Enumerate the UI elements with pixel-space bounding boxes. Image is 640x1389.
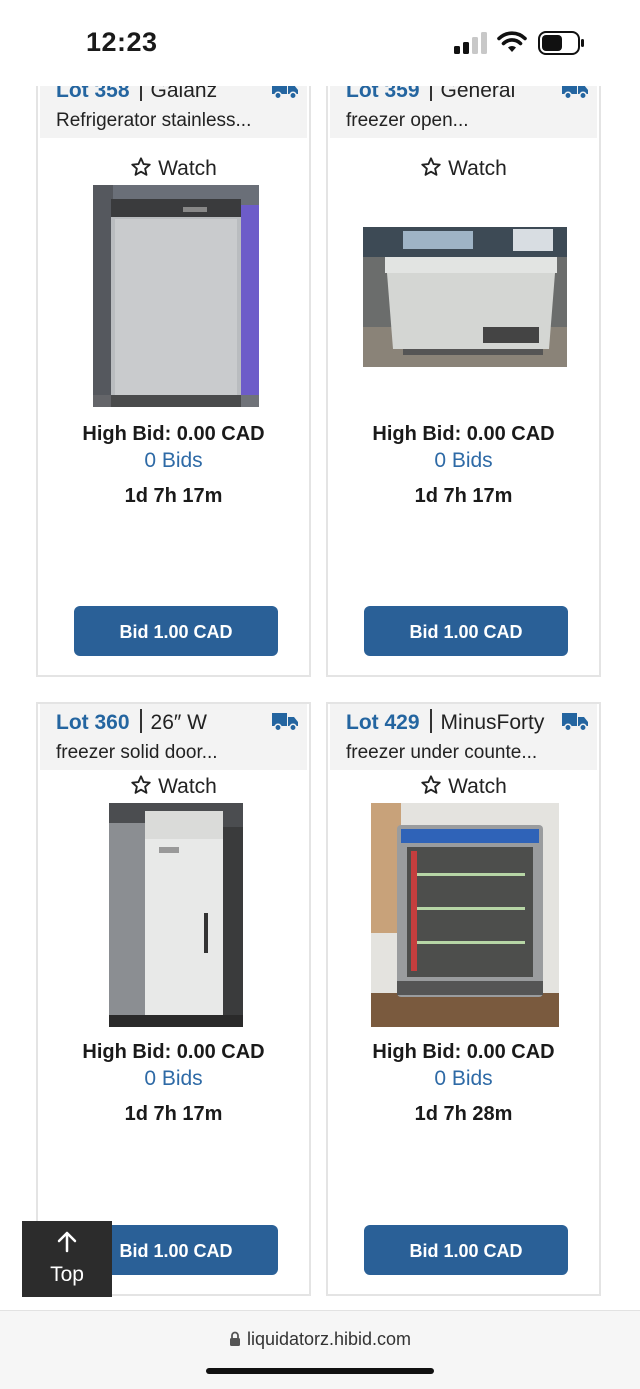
watch-label: Watch	[448, 775, 507, 798]
lot-number-link[interactable]: Lot 429	[346, 711, 420, 734]
lot-card[interactable]: Lot 429 MinusForty freezer under counte..…	[326, 702, 601, 1296]
card-header: Lot 360 26″ W freezer solid door...	[40, 704, 307, 770]
time-left: 1d 7h 17m	[414, 485, 513, 507]
bid-count-link[interactable]: 0 Bids	[328, 449, 599, 473]
bid-button[interactable]: Bid 1.00 CAD	[74, 606, 278, 656]
watch-button[interactable]: Watch	[38, 774, 309, 799]
watch-label: Watch	[158, 775, 217, 798]
shipping-truck-icon	[272, 713, 298, 732]
high-bid-text: High Bid: 0.00 CAD	[82, 1041, 265, 1063]
cellular-signal-icon	[454, 32, 487, 54]
battery-icon	[538, 31, 584, 55]
bid-button[interactable]: Bid 1.00 CAD	[364, 606, 568, 656]
card-header: Lot 429 MinusForty freezer under counte..…	[330, 704, 597, 770]
divider	[139, 709, 142, 733]
star-outline-icon	[421, 157, 441, 176]
lot-brand: 26″ W	[150, 711, 207, 734]
bid-button[interactable]: Bid 1.00 CAD	[364, 1225, 568, 1275]
watch-button[interactable]: Watch	[328, 774, 599, 799]
browser-address-bar[interactable]: liquidatorz.hibid.com	[0, 1310, 640, 1389]
time-left: 1d 7h 17m	[124, 1103, 223, 1125]
divider	[429, 709, 432, 733]
lock-icon	[229, 1331, 240, 1346]
lot-title-link[interactable]: freezer solid door...	[56, 742, 301, 764]
lot-number-link[interactable]: Lot 360	[56, 711, 130, 734]
bid-count-link[interactable]: 0 Bids	[38, 1067, 309, 1091]
time-left: 1d 7h 28m	[414, 1103, 513, 1125]
back-to-top-label: Top	[50, 1263, 84, 1286]
bid-count-link[interactable]: 0 Bids	[38, 449, 309, 473]
lot-title-link[interactable]: freezer open...	[346, 110, 591, 132]
high-bid-text: High Bid: 0.00 CAD	[372, 1041, 555, 1063]
product-photo[interactable]	[93, 185, 259, 407]
product-photo[interactable]	[371, 803, 559, 1027]
watch-button[interactable]: Watch	[38, 156, 309, 181]
lot-card[interactable]: Lot 360 26″ W freezer solid door... Watch…	[36, 702, 311, 1296]
address-display: liquidatorz.hibid.com	[0, 1329, 640, 1350]
back-to-top-button[interactable]: Top	[22, 1221, 112, 1297]
lot-card[interactable]: Lot 358 Galanz Refrigerator stainless... …	[36, 70, 311, 677]
product-photo[interactable]	[363, 227, 567, 367]
star-outline-icon	[131, 775, 151, 794]
home-indicator[interactable]	[206, 1368, 434, 1374]
bid-count-link[interactable]: 0 Bids	[328, 1067, 599, 1091]
lot-title-link[interactable]: Refrigerator stainless...	[56, 110, 301, 132]
product-photo[interactable]	[109, 803, 243, 1027]
status-bar: 12:23	[0, 0, 640, 86]
watch-label: Watch	[448, 157, 507, 180]
watch-button[interactable]: Watch	[328, 156, 599, 181]
shipping-truck-icon	[562, 713, 588, 732]
lot-brand: MinusForty	[440, 711, 545, 734]
status-time: 12:23	[86, 27, 158, 57]
url-text: liquidatorz.hibid.com	[246, 1329, 412, 1349]
lot-title-link[interactable]: freezer under counte...	[346, 742, 591, 764]
time-left: 1d 7h 17m	[124, 485, 223, 507]
star-outline-icon	[131, 157, 151, 176]
high-bid-text: High Bid: 0.00 CAD	[372, 423, 555, 445]
arrow-up-icon	[57, 1231, 77, 1253]
star-outline-icon	[421, 775, 441, 794]
lot-card[interactable]: Lot 359 General freezer open... Watch Hig…	[326, 70, 601, 677]
watch-label: Watch	[158, 157, 217, 180]
wifi-icon	[497, 31, 527, 52]
high-bid-text: High Bid: 0.00 CAD	[82, 423, 265, 445]
